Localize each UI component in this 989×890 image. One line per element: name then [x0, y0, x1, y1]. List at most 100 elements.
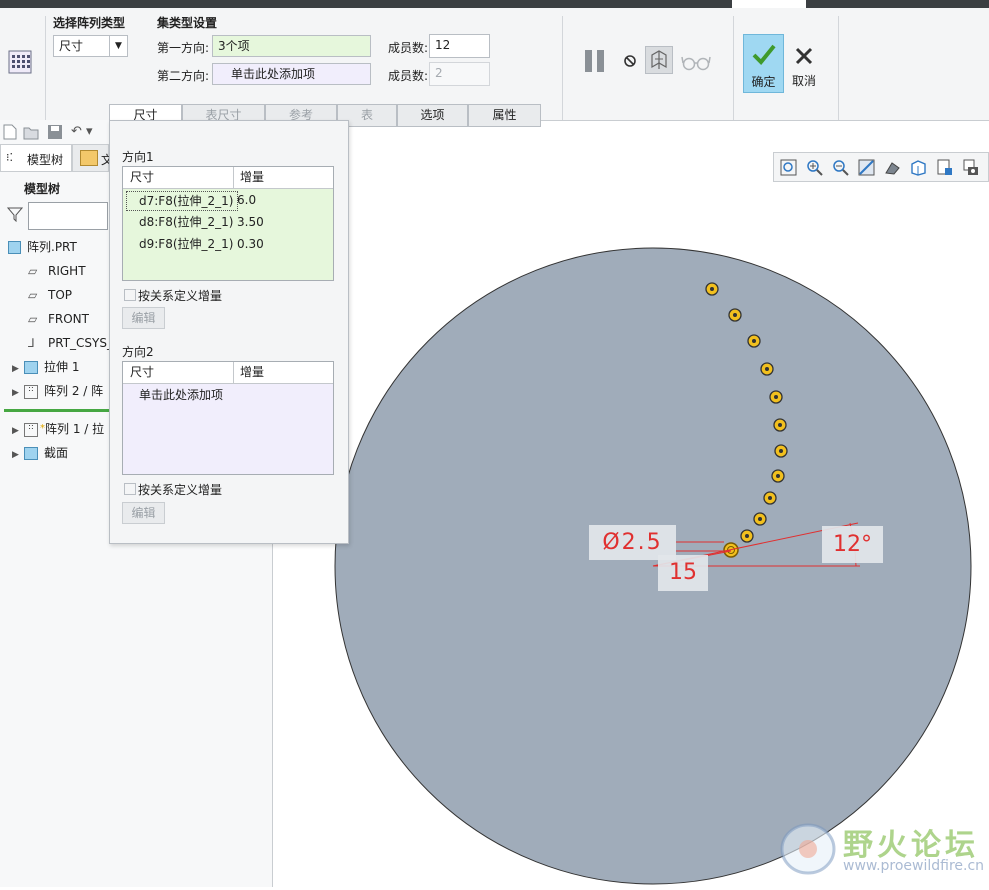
- tab-options[interactable]: 选项: [397, 104, 468, 127]
- set-type-label: 集类型设置: [157, 16, 218, 30]
- title-strip: [0, 0, 989, 8]
- column-increment: 增量: [240, 365, 265, 379]
- camera-icon[interactable]: [962, 159, 979, 176]
- direction2-heading: 方向2: [122, 345, 154, 359]
- tab-properties[interactable]: 属性: [468, 104, 541, 127]
- folder-icon: [80, 150, 98, 166]
- tree-item-top[interactable]: ▱ TOP: [28, 284, 72, 306]
- relation-increment-label-1: 按关系定义增量: [138, 289, 223, 303]
- pattern-type-select[interactable]: 尺寸 ▼: [53, 35, 128, 57]
- tree-item-csys[interactable]: ⅃ PRT_CSYS_: [28, 332, 113, 354]
- pattern-hole-center: [733, 313, 737, 317]
- edit-button-2[interactable]: 编辑: [122, 502, 165, 524]
- table-row[interactable]: d8:F8(拉伸_2_1) 3.50: [123, 211, 333, 233]
- pattern-dashboard: 选择阵列类型 尺寸 ▼ 集类型设置 第一方向: 3个项 第二方向: 单击此处添加…: [0, 8, 989, 127]
- cancel-label: 取消: [791, 74, 816, 88]
- column-dimension: 尺寸: [130, 170, 155, 184]
- relation-increment-checkbox-2[interactable]: [124, 483, 136, 495]
- pattern-hole-center: [765, 367, 769, 371]
- dimension-angle-text: 12°: [833, 532, 872, 557]
- tree-item-label: FRONT: [48, 312, 89, 326]
- pattern-hole-center: [745, 534, 749, 538]
- view-toolbar: [773, 152, 989, 182]
- tree-item-right[interactable]: ▱ RIGHT: [28, 260, 86, 282]
- tree-item-label: PRT_CSYS_: [48, 336, 113, 350]
- direction1-label: 第一方向:: [157, 41, 210, 55]
- tree-search-input[interactable]: [28, 202, 108, 230]
- tree-item-extrude1[interactable]: ▶ 拉伸 1: [12, 356, 79, 378]
- tree-item-front[interactable]: ▱ FRONT: [28, 308, 89, 330]
- add-item-placeholder: 单击此处添加项: [139, 388, 224, 402]
- graphics-window[interactable]: Ø2.5 15 12° 野火论坛 www.proewildfire.cn: [273, 142, 989, 887]
- tree-item-pattern2[interactable]: ▶:: 阵列 2 / 阵: [12, 380, 103, 402]
- relation-increment-checkbox-1[interactable]: [124, 289, 136, 301]
- pattern-hole-center: [774, 395, 778, 399]
- section-icon: [24, 447, 38, 460]
- direction1-collector[interactable]: 3个项: [212, 35, 371, 57]
- verify-geometry-icon[interactable]: [645, 46, 673, 74]
- zoom-in-icon[interactable]: [806, 159, 823, 176]
- row-increment[interactable]: 6.0: [237, 189, 256, 211]
- table-row[interactable]: d7:F8(拉伸_2_1) 6.0: [123, 189, 333, 211]
- table-row[interactable]: d9:F8(拉伸_2_1) 0.30: [123, 233, 333, 255]
- cancel-button[interactable]: 取消: [786, 38, 822, 93]
- filter-icon[interactable]: [6, 206, 24, 223]
- edit-button-1[interactable]: 编辑: [122, 307, 165, 329]
- watermark-url: www.proewildfire.cn: [843, 858, 985, 874]
- new-file-icon[interactable]: [3, 124, 17, 140]
- tree-item-label: 截面: [44, 446, 69, 460]
- expand-arrow-icon[interactable]: ▶: [12, 358, 24, 380]
- expand-arrow-icon[interactable]: ▶: [12, 444, 24, 466]
- row-increment[interactable]: 0.30: [237, 233, 264, 255]
- ok-label: 确定: [751, 75, 776, 89]
- tree-item-label: RIGHT: [48, 264, 86, 278]
- glasses-icon[interactable]: [681, 53, 711, 71]
- save-icon[interactable]: [47, 124, 63, 140]
- members2-label: 成员数:: [388, 69, 429, 83]
- members1-input[interactable]: 12: [429, 34, 490, 58]
- tree-item-label: 阵列 1 / 拉: [45, 422, 105, 436]
- open-file-icon[interactable]: [23, 124, 39, 140]
- direction1-table[interactable]: 尺寸 增量 d7:F8(拉伸_2_1) 6.0 d8:F8(拉伸_2_1) 3.…: [122, 166, 334, 281]
- dimension-diameter-text: Ø2.5: [602, 530, 663, 555]
- zoom-out-icon[interactable]: [832, 159, 849, 176]
- datum-plane-icon: ▱: [28, 264, 38, 278]
- tab-model-tree[interactable]: ⁝⁚ 模型树: [0, 144, 72, 172]
- part-icon: [8, 241, 21, 254]
- tree-item-part[interactable]: 阵列.PRT: [8, 236, 77, 258]
- tree-icon: ⁝⁚: [6, 151, 13, 164]
- tree-item-section[interactable]: ▶ 截面: [12, 442, 68, 464]
- pause-icon[interactable]: [584, 49, 608, 73]
- view-manager-icon[interactable]: [936, 159, 953, 176]
- tab-model-tree-label: 模型树: [27, 153, 64, 167]
- chevron-down-icon[interactable]: ▼: [109, 36, 127, 56]
- repaint-icon[interactable]: [858, 159, 875, 176]
- expand-arrow-icon[interactable]: ▶: [12, 382, 24, 404]
- tab-files[interactable]: 文: [72, 144, 113, 172]
- saved-views-icon[interactable]: [910, 159, 927, 176]
- column-dimension: 尺寸: [130, 365, 155, 379]
- members1-label: 成员数:: [388, 41, 429, 55]
- dimension-angle[interactable]: 12°: [822, 526, 883, 563]
- pattern-hole-center: [752, 339, 756, 343]
- model-graphic[interactable]: [273, 142, 989, 887]
- pattern-icon: ::: [24, 384, 38, 399]
- expand-arrow-icon[interactable]: ▶: [12, 420, 24, 442]
- dimension-length-text: 15: [669, 560, 697, 585]
- members2-input: 2: [429, 62, 490, 86]
- undo-icon[interactable]: ↶ ▾: [71, 124, 99, 140]
- row-increment[interactable]: 3.50: [237, 211, 264, 233]
- dimensions-panel: 方向1 尺寸 增量 d7:F8(拉伸_2_1) 6.0 d8:F8(拉伸_2_1…: [109, 120, 349, 544]
- direction1-heading: 方向1: [122, 150, 154, 164]
- direction2-collector[interactable]: 单击此处添加项: [212, 63, 371, 85]
- direction2-table[interactable]: 尺寸 增量 单击此处添加项: [122, 361, 334, 475]
- no-preview-icon[interactable]: [622, 53, 638, 69]
- ok-button[interactable]: 确定: [743, 34, 784, 93]
- zoom-fit-icon[interactable]: [780, 159, 797, 176]
- display-style-icon[interactable]: [884, 159, 901, 176]
- add-item-row[interactable]: 单击此处添加项: [123, 384, 333, 406]
- dimension-length[interactable]: 15: [658, 555, 708, 591]
- checkmark-icon: [751, 41, 777, 67]
- tree-item-pattern1[interactable]: ▶:: *阵列 1 / 拉: [12, 418, 104, 440]
- close-icon: [794, 46, 814, 66]
